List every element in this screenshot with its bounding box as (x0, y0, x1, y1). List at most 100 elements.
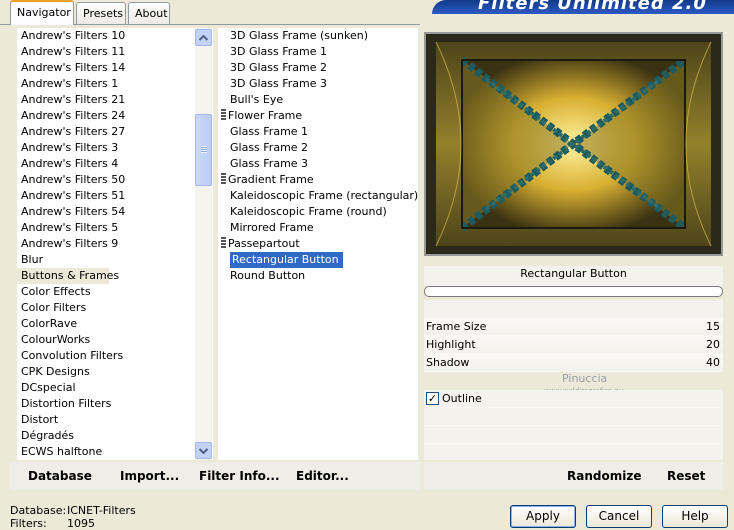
param-highlight[interactable]: Highlight 20 (424, 336, 723, 354)
filter-item[interactable]: Round Button (218, 268, 418, 284)
filter-item[interactable]: Flower Frame (218, 108, 418, 124)
scroll-thumb[interactable] (195, 114, 212, 186)
filter-item[interactable]: Mirrored Frame (218, 220, 418, 236)
filter-item[interactable]: Glass Frame 3 (218, 156, 418, 172)
filter-item-label: Glass Frame 2 (230, 141, 309, 154)
outline-checkbox[interactable]: ✓ (426, 392, 439, 405)
status-filters-value: 1095 (67, 517, 95, 530)
filter-item-label: Passepartout (228, 237, 300, 250)
category-scrollbar[interactable] (195, 28, 212, 460)
filter-item[interactable]: Kaleidoscopic Frame (round) (218, 204, 418, 220)
empty-param-row (424, 426, 723, 444)
filter-item[interactable]: 3D Glass Frame 2 (218, 60, 418, 76)
scroll-down-button[interactable] (195, 442, 212, 459)
cancel-button[interactable]: Cancel (586, 505, 652, 528)
filter-item[interactable]: 3D Glass Frame 3 (218, 76, 418, 92)
param-label: Frame Size (426, 320, 487, 333)
category-item[interactable]: Buttons & Frames (17, 268, 119, 284)
progress-bar (424, 286, 723, 297)
preview-frame-graphic (426, 34, 721, 254)
category-item[interactable]: ECWS halftone (17, 444, 109, 460)
param-label: Shadow (426, 356, 470, 369)
category-item[interactable]: Andrew's Filters 1 (17, 76, 118, 92)
category-item[interactable]: Andrew's Filters 3 (17, 140, 118, 156)
filter-item-label: Mirrored Frame (230, 221, 314, 234)
category-item[interactable]: Andrew's Filters 14 (17, 60, 125, 76)
category-item[interactable]: Andrew's Filters 27 (17, 124, 125, 140)
filter-item-label: Kaleidoscopic Frame (rectangular) (230, 189, 418, 202)
filter-item-label: 3D Glass Frame 2 (230, 61, 328, 74)
category-item[interactable]: CPK Designs (17, 364, 109, 380)
category-item[interactable]: Andrew's Filters 51 (17, 188, 125, 204)
category-item[interactable]: Convolution Filters (17, 348, 123, 364)
help-button[interactable]: Help (662, 505, 728, 528)
filter-item[interactable]: Gradient Frame (218, 172, 418, 188)
filter-item[interactable]: Passepartout (218, 236, 418, 252)
filter-item[interactable]: Glass Frame 1 (218, 124, 418, 140)
status-database-label: Database: (10, 504, 67, 517)
filter-item-label: 3D Glass Frame (sunken) (230, 29, 368, 42)
category-item[interactable]: Blur (17, 252, 109, 268)
filter-item-label: Glass Frame 3 (230, 157, 309, 170)
filter-item[interactable]: Glass Frame 2 (218, 140, 418, 156)
category-item[interactable]: DCspecial (17, 380, 109, 396)
category-item[interactable]: Andrew's Filters 9 (17, 236, 118, 252)
app-title: Filters Unlimited 2.0 (478, 0, 707, 14)
grip-icon (201, 146, 207, 153)
tab-presets-label: Presets (83, 7, 124, 20)
param-value: 20 (706, 338, 720, 351)
filter-item[interactable]: Rectangular Button (218, 252, 418, 268)
randomize-button[interactable]: Randomize (567, 469, 641, 483)
status-filters-label: Filters: (10, 517, 47, 530)
category-item[interactable]: Distortion Filters (17, 396, 111, 412)
app-banner: Filters Unlimited 2.0 (432, 0, 734, 14)
filter-item[interactable]: Bull's Eye (218, 92, 418, 108)
filter-item-label: Rectangular Button (230, 252, 343, 268)
param-label: Highlight (426, 338, 476, 351)
category-list[interactable]: Andrew's Filters 10 Andrew's Filters 11 An… (17, 28, 213, 460)
param-frame-size[interactable]: Frame Size 15 (424, 318, 723, 336)
category-item[interactable]: Andrew's Filters 10 (17, 28, 125, 44)
import-button[interactable]: Import... (120, 469, 179, 483)
filter-item-label: Gradient Frame (228, 173, 314, 186)
tab-about-label: About (135, 7, 168, 20)
parameter-spacer (424, 300, 723, 318)
category-item[interactable]: Andrew's Filters 5 (17, 220, 118, 236)
grip-icon (221, 237, 226, 248)
category-item[interactable]: Color Filters (17, 300, 109, 316)
scroll-up-button[interactable] (195, 29, 212, 46)
category-item[interactable]: Andrew's Filters 54 (17, 204, 125, 220)
filter-item-label: Round Button (230, 269, 306, 282)
category-item[interactable]: ColorRave (17, 316, 109, 332)
status-database-value: ICNET-Filters (67, 504, 136, 517)
category-item[interactable]: Color Effects (17, 284, 109, 300)
filter-item[interactable]: 3D Glass Frame (sunken) (218, 28, 418, 44)
database-button[interactable]: Database (28, 469, 92, 483)
category-item[interactable]: Andrew's Filters 50 (17, 172, 125, 188)
apply-button[interactable]: Apply (510, 505, 576, 528)
filter-item-label: 3D Glass Frame 1 (230, 45, 328, 58)
tab-about[interactable]: About (128, 2, 170, 24)
filter-info-button[interactable]: Filter Info... (199, 469, 280, 483)
tab-presets[interactable]: Presets (76, 2, 126, 24)
tab-navigator[interactable]: Navigator (10, 0, 74, 25)
category-item[interactable]: Distort (17, 412, 109, 428)
reset-button[interactable]: Reset (667, 469, 705, 483)
category-item[interactable]: Dégradés (17, 428, 109, 444)
category-item[interactable]: Andrew's Filters 21 (17, 92, 125, 108)
grip-icon (221, 173, 226, 184)
category-item[interactable]: Andrew's Filters 4 (17, 156, 118, 172)
filter-item-label: Glass Frame 1 (230, 125, 309, 138)
category-item[interactable]: ColourWorks (17, 332, 109, 348)
category-item[interactable]: Andrew's Filters 11 (17, 44, 125, 60)
filter-item[interactable]: 3D Glass Frame 1 (218, 44, 418, 60)
category-item[interactable]: Andrew's Filters 24 (17, 108, 125, 124)
tab-navigator-label: Navigator (17, 6, 71, 19)
empty-param-row (424, 444, 723, 460)
filter-item-label: 3D Glass Frame 3 (230, 77, 328, 90)
param-shadow[interactable]: Shadow 40 (424, 354, 723, 372)
filter-list[interactable]: 3D Glass Frame (sunken) 3D Glass Frame 1 3… (218, 28, 418, 460)
editor-button[interactable]: Editor... (296, 469, 349, 483)
filter-item[interactable]: Kaleidoscopic Frame (rectangular) (218, 188, 418, 204)
check-icon: ✓ (427, 392, 438, 405)
